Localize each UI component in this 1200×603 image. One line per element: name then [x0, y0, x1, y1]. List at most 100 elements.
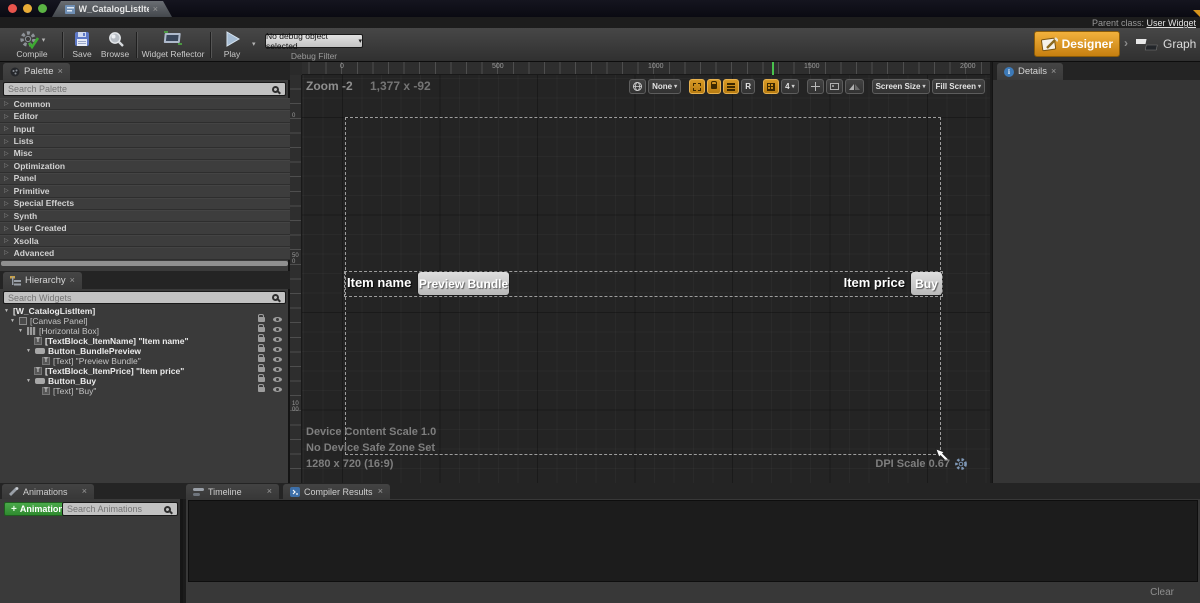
expander-icon[interactable]: ▷	[4, 138, 9, 145]
expander-icon[interactable]: ▷	[4, 187, 9, 194]
hierarchy-node-root[interactable]: ▼ [W_CatalogListItem]	[0, 306, 290, 316]
lock-icon[interactable]	[258, 327, 265, 332]
expander-icon[interactable]: ▼	[18, 328, 24, 334]
lock-icon[interactable]	[258, 387, 265, 392]
palette-category[interactable]: ▷User Created	[0, 222, 290, 234]
palette-category[interactable]: ▷Xsolla	[0, 235, 290, 247]
visibility-eye-icon[interactable]	[273, 367, 282, 372]
expander-icon[interactable]: ▼	[26, 348, 32, 354]
minimize-window-icon[interactable]	[23, 4, 32, 13]
palette-category[interactable]: ▷Editor	[0, 110, 290, 122]
tab-compiler-results[interactable]: Compiler Results ×	[283, 484, 390, 499]
compile-button[interactable]: ▾ Compile	[6, 30, 58, 60]
palette-category[interactable]: ▷Special Effects	[0, 198, 290, 210]
flip-preview-button[interactable]	[845, 79, 864, 94]
hierarchy-search-input[interactable]	[4, 293, 272, 303]
lock-icon[interactable]	[258, 367, 265, 372]
palette-category[interactable]: ▷Input	[0, 123, 290, 135]
close-tab-icon[interactable]: ×	[70, 276, 75, 285]
browse-button[interactable]: Browse	[98, 30, 132, 60]
visibility-eye-icon[interactable]	[273, 337, 282, 342]
debug-object-dropdown[interactable]: No debug object selected ▾	[265, 34, 363, 48]
close-tab-icon[interactable]: ×	[267, 487, 272, 496]
hierarchy-node-canvas-panel[interactable]: ▼ [Canvas Panel]	[0, 316, 290, 326]
zoom-to-fit-button[interactable]	[807, 79, 824, 94]
hierarchy-node-horizontal-box[interactable]: ▼ [Horizontal Box]	[0, 326, 290, 336]
canvas-buy-button[interactable]: Buy	[911, 272, 942, 295]
play-options-caret-icon[interactable]: ▾	[252, 40, 256, 48]
tab-palette[interactable]: Palette ×	[3, 63, 70, 80]
hierarchy-node-button-buy[interactable]: ▼ Button_Buy	[0, 376, 290, 386]
expander-icon[interactable]: ▷	[4, 249, 9, 256]
compiler-results-log[interactable]	[188, 500, 1198, 582]
expander-icon[interactable]: ▷	[4, 113, 9, 120]
clear-log-button[interactable]: Clear	[1150, 587, 1174, 598]
grid-snapping-toggle[interactable]	[763, 79, 779, 94]
animations-search-input[interactable]	[63, 504, 164, 514]
tab-animations[interactable]: Animations ×	[2, 484, 94, 499]
save-button[interactable]: Save	[68, 30, 96, 60]
canvas-item-name-text[interactable]: Item name	[347, 275, 411, 290]
visibility-eye-icon[interactable]	[273, 347, 282, 352]
expander-icon[interactable]: ▷	[4, 175, 9, 182]
respect-locks-toggle[interactable]	[707, 79, 721, 94]
snap-align-toggle[interactable]	[723, 79, 739, 94]
expander-icon[interactable]: ▷	[4, 237, 9, 244]
close-window-icon[interactable]	[8, 4, 17, 13]
lock-icon[interactable]	[258, 337, 265, 342]
graph-mode-button[interactable]: Graph	[1136, 31, 1196, 57]
widget-reflector-button[interactable]: Widget Reflector	[141, 30, 205, 60]
localization-preview-button[interactable]	[629, 79, 646, 94]
palette-category[interactable]: ▷Primitive	[0, 185, 290, 197]
palette-category[interactable]: ▷Panel	[0, 173, 290, 185]
palette-search-input[interactable]	[4, 84, 272, 94]
raw-edit-toggle[interactable]: R	[741, 79, 755, 94]
visibility-eye-icon[interactable]	[273, 387, 282, 392]
close-tab-icon[interactable]: ×	[1051, 67, 1056, 76]
palette-category[interactable]: ▷Synth	[0, 210, 290, 222]
anchor-dropdown[interactable]: None▾	[648, 79, 681, 94]
maximize-window-icon[interactable]	[38, 4, 47, 13]
palette-category[interactable]: ▷Optimization	[0, 160, 290, 172]
expander-icon[interactable]: ▷	[4, 212, 9, 219]
palette-category[interactable]: ▷Misc	[0, 148, 290, 160]
dpi-settings-gear-icon[interactable]	[954, 457, 968, 471]
hierarchy-search[interactable]	[3, 291, 286, 304]
palette-category[interactable]: ▷Common	[0, 98, 290, 110]
snap-grid-size-dropdown[interactable]: 4▾	[781, 79, 798, 94]
lock-icon[interactable]	[258, 347, 265, 352]
lock-icon[interactable]	[258, 317, 265, 322]
hierarchy-node-textblock-itemprice[interactable]: T [TextBlock_ItemPrice] "Item price"	[0, 366, 290, 376]
hierarchy-node-button-bundlepreview[interactable]: ▼ Button_BundlePreview	[0, 346, 290, 356]
palette-scrollbar[interactable]	[1, 261, 288, 266]
show-outlines-toggle[interactable]	[689, 79, 705, 94]
tab-timeline[interactable]: Timeline ×	[186, 484, 279, 499]
compile-options-caret-icon[interactable]: ▾	[42, 36, 46, 44]
designer-mode-button[interactable]: Designer	[1034, 31, 1120, 57]
play-button[interactable]: Play	[217, 30, 247, 60]
close-tab-icon[interactable]: ×	[82, 487, 87, 496]
fill-screen-dropdown[interactable]: Fill Screen▾	[932, 79, 985, 94]
tab-details[interactable]: i Details ×	[997, 63, 1063, 80]
expander-icon[interactable]: ▼	[26, 378, 32, 384]
expander-icon[interactable]: ▼	[10, 318, 16, 324]
expander-icon[interactable]: ▷	[4, 100, 9, 107]
expander-icon[interactable]: ▷	[4, 225, 9, 232]
palette-category[interactable]: ▷Lists	[0, 135, 290, 147]
canvas-preview-bundle-button[interactable]: Preview Bundle	[418, 272, 509, 295]
expander-icon[interactable]: ▷	[4, 162, 9, 169]
expander-icon[interactable]: ▼	[4, 308, 10, 314]
palette-category[interactable]: ▷Advanced	[0, 247, 290, 259]
visibility-eye-icon[interactable]	[273, 317, 282, 322]
lock-icon[interactable]	[258, 357, 265, 362]
asset-tab[interactable]: W_CatalogListItem ×	[52, 1, 172, 17]
hierarchy-node-text-previewbundle[interactable]: T [Text] "Preview Bundle"	[0, 356, 290, 366]
add-animation-button[interactable]: + Animation	[4, 502, 71, 516]
lock-icon[interactable]	[258, 377, 265, 382]
screen-size-dropdown[interactable]: Screen Size▾	[872, 79, 930, 94]
close-tab-icon[interactable]: ×	[378, 487, 383, 496]
canvas-item-price-text[interactable]: Item price	[830, 275, 905, 290]
hierarchy-node-textblock-itemname[interactable]: T [TextBlock_ItemName] "Item name"	[0, 336, 290, 346]
visibility-eye-icon[interactable]	[273, 357, 282, 362]
animations-search[interactable]	[62, 502, 178, 516]
